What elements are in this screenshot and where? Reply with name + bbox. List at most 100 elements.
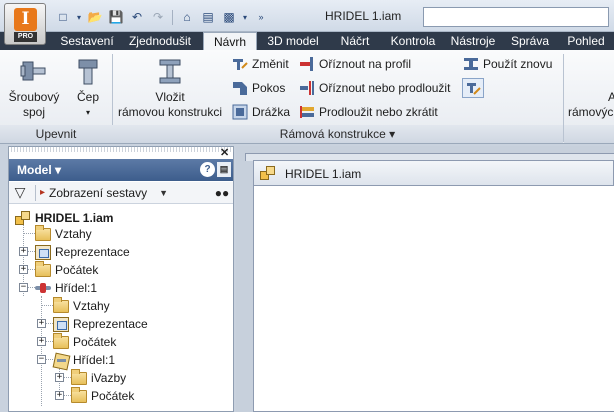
browser-title-label: Model ▾ — [17, 163, 62, 177]
chevron-down-icon: ▼ — [159, 187, 168, 198]
expand-toggle[interactable]: + — [37, 337, 46, 346]
toolbar-separator — [35, 184, 36, 201]
tree-node-relationships[interactable]: Vztahy — [35, 224, 92, 243]
undo-icon[interactable]: ↶ — [128, 9, 146, 26]
tree-node-label: iVazby — [91, 371, 127, 385]
trim-to-profile-button[interactable]: Oříznout na profil — [299, 54, 411, 74]
tab-nastroje[interactable]: Nástroje — [446, 32, 500, 50]
tab-zjednodusit[interactable]: Zjednodušit — [122, 32, 198, 50]
save-icon[interactable]: 💾 — [107, 9, 125, 26]
lengthen-shorten-icon — [299, 104, 315, 120]
trim-extend-button[interactable]: Oříznout nebo prodloužit — [299, 78, 450, 98]
bolted-connection-button[interactable]: Šroubový spoj — [4, 56, 64, 120]
tree-node-shaft-assembly[interactable]: Hřídel:1 — [35, 279, 97, 297]
tree-node-label: Hřídel:1 — [73, 353, 116, 367]
change-label: Změnit — [252, 57, 289, 71]
redo-icon[interactable]: ↷ — [149, 9, 167, 26]
title-bar: □ ▾ 📂 💾 ↶ ↷ ⌂ ▤ ▩ ▾ » HRIDEL 1.iam — [0, 0, 614, 32]
properties-icon[interactable]: ▤ — [199, 9, 217, 26]
tree-node-label: Počátek — [91, 389, 135, 403]
close-icon[interactable]: ✕ — [220, 146, 229, 159]
tab-sprava[interactable]: Správa — [506, 32, 554, 50]
tree-node-shaft-part[interactable]: Hřídel:1 — [53, 351, 115, 369]
browser-menu-icon[interactable]: ▤ — [217, 162, 231, 177]
document-window-header[interactable]: HRIDEL 1.iam — [253, 160, 614, 186]
search-input[interactable] — [423, 7, 609, 27]
change-frame-icon — [232, 56, 248, 72]
reuse-icon — [463, 56, 479, 72]
expand-toggle[interactable]: + — [55, 373, 64, 382]
representation-icon — [35, 244, 51, 260]
tree-node-origin[interactable]: Počátek — [71, 386, 135, 405]
tab-sestaveni[interactable]: Sestavení — [56, 32, 118, 50]
more-icon[interactable]: » — [252, 9, 270, 26]
group-cut-label — [564, 125, 614, 143]
tree-node-label: Vztahy — [73, 299, 110, 313]
find-binoculars-icon[interactable]: ●● — [211, 186, 233, 200]
home-icon[interactable]: ⌂ — [178, 9, 196, 26]
model-tree: + + − + + − + + HRIDEL 1.iam Vztahy Repr… — [9, 206, 233, 412]
lengthen-shorten-button[interactable]: Prodloužit nebo zkrátit — [299, 102, 438, 122]
quick-access-toolbar: □ ▾ 📂 💾 ↶ ↷ ⌂ ▤ ▩ ▾ » — [54, 8, 270, 26]
notch-button[interactable]: Drážka — [232, 102, 290, 122]
group-upevnit-label: Upevnit — [0, 125, 112, 143]
view-selector-label: Zobrazení sestavy — [49, 185, 148, 200]
expand-toggle[interactable]: + — [19, 247, 28, 256]
chevron-down-icon[interactable]: ▾ — [75, 9, 83, 26]
tab-pohled[interactable]: Pohled — [561, 32, 611, 50]
edition-badge: PRO — [14, 32, 37, 42]
tab-3d-model[interactable]: 3D model — [261, 32, 325, 50]
chevron-down-icon[interactable]: ▾ — [241, 9, 249, 26]
panel-grip[interactable] — [8, 146, 234, 152]
tree-node-representations[interactable]: Reprezentace — [53, 315, 148, 333]
trim-to-profile-icon — [299, 56, 315, 72]
tab-kontrola[interactable]: Kontrola — [384, 32, 442, 50]
insert-frame-button[interactable]: Vložit rámovou konstrukci — [115, 56, 225, 120]
toolbar-separator — [172, 9, 173, 25]
representation-icon — [53, 316, 69, 332]
lengthen-shorten-label: Prodloužit nebo zkrátit — [319, 105, 438, 119]
view-selector[interactable]: ▸ Zobrazení sestavy ▼ — [40, 186, 211, 200]
tree-node-relationships[interactable]: Vztahy — [53, 296, 110, 315]
chevron-down-icon[interactable]: ▾ — [68, 105, 108, 120]
miter-icon — [232, 80, 248, 96]
tree-node-origin[interactable]: Počátek — [53, 332, 116, 351]
appearance-icon[interactable]: ▩ — [220, 9, 238, 26]
frame-analysis-cut-button[interactable]: A rámovýc — [568, 90, 614, 120]
tree-node-imates[interactable]: iVazby — [71, 368, 127, 387]
tree-node-representations[interactable]: Reprezentace — [35, 243, 130, 261]
miter-button[interactable]: Pokos — [232, 78, 285, 98]
reuse-button[interactable]: Použít znovu — [463, 54, 552, 74]
folder-icon — [35, 224, 51, 241]
help-icon[interactable]: ? — [200, 162, 215, 177]
filter-icon[interactable]: ▽ — [9, 184, 31, 201]
folder-icon — [71, 368, 87, 385]
tree-node-label: Reprezentace — [73, 317, 148, 331]
tree-node-label: Počátek — [55, 263, 99, 277]
insert-frame-label: Vložit rámovou konstrukci — [117, 90, 223, 119]
bolted-connection-label: Šroubový spoj — [8, 90, 60, 119]
ribbon-tab-bar: Sestavení Zjednodušit Návrh 3D model Náč… — [0, 32, 614, 51]
expand-toggle[interactable]: + — [19, 265, 28, 274]
tree-node-origin[interactable]: Počátek — [35, 260, 99, 279]
expand-toggle[interactable]: + — [55, 391, 64, 400]
new-icon[interactable]: □ — [54, 9, 72, 26]
change-button[interactable]: Změnit — [232, 54, 289, 74]
open-icon[interactable]: 📂 — [86, 9, 104, 26]
application-menu-button[interactable]: I PRO — [4, 3, 46, 45]
folder-icon — [35, 260, 51, 277]
bolt-icon — [19, 56, 49, 86]
tab-nacrt[interactable]: Náčrt — [330, 32, 380, 50]
browser-title[interactable]: Model ▾ ? ▤ — [9, 159, 233, 181]
tab-navrh[interactable]: Návrh — [203, 32, 257, 51]
frame-analysis-cut-label-1: A — [608, 90, 614, 104]
collapse-toggle[interactable]: − — [37, 355, 46, 364]
pin-button[interactable]: Čep ▾ — [68, 56, 108, 120]
notch-icon — [232, 104, 248, 120]
frame-analysis-button[interactable] — [462, 78, 484, 98]
graphics-viewport[interactable] — [253, 185, 614, 412]
trim-to-profile-label: Oříznout na profil — [319, 57, 412, 71]
collapse-toggle[interactable]: − — [19, 283, 28, 292]
expand-toggle[interactable]: + — [37, 319, 46, 328]
frame-beam-icon — [155, 56, 185, 86]
